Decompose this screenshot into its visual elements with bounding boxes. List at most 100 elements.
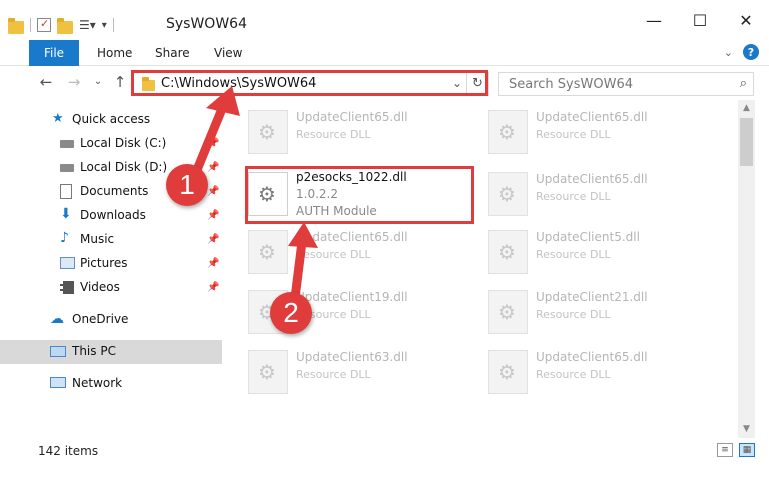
file-name: UpdateClient65.dll <box>536 110 648 124</box>
sidebar-item-label: OneDrive <box>72 312 129 326</box>
pc-icon <box>50 346 66 357</box>
step-2-badge: 2 <box>270 292 312 334</box>
close-icon: ✕ <box>739 10 753 30</box>
file-description: Resource DLL <box>536 368 611 381</box>
sidebar-item-onedrive[interactable]: ☁ OneDrive <box>0 308 222 332</box>
file-description: Resource DLL <box>536 248 611 261</box>
customize-icon[interactable]: ☰▾ <box>79 18 96 32</box>
details-view-icon[interactable]: ≡ <box>717 443 733 457</box>
search-box[interactable]: Search SysWOW64 ⌕ <box>498 72 754 96</box>
sidebar-item-this-pc[interactable]: This PC <box>0 340 222 364</box>
file-description: Resource DLL <box>296 248 371 261</box>
pictures-icon <box>60 257 75 269</box>
sidebar-item-videos[interactable]: Videos 📌 <box>0 276 222 300</box>
divider <box>112 18 114 32</box>
address-highlight-box <box>131 70 488 96</box>
file-name: UpdateClient65.dll <box>536 350 648 364</box>
close-button[interactable]: ✕ <box>723 0 769 40</box>
list-item[interactable]: UpdateClient5.dll Resource DLL <box>484 226 714 280</box>
sidebar-item-label: Downloads <box>80 208 146 222</box>
dll-file-icon <box>248 230 288 274</box>
back-button[interactable]: ← <box>36 72 56 92</box>
file-name: UpdateClient65.dll <box>296 230 408 244</box>
status-bar: 142 items ≡ ▦ <box>0 438 769 464</box>
sidebar-item-local-disk-c[interactable]: Local Disk (C:) 📌 <box>0 132 222 156</box>
search-input[interactable]: Search SysWOW64 <box>509 77 633 92</box>
properties-icon[interactable]: ✓ <box>37 17 51 32</box>
chevron-down-icon[interactable]: ▾ <box>102 20 107 31</box>
pin-icon: 📌 <box>207 282 220 293</box>
tab-home[interactable]: Home <box>87 40 142 66</box>
arrow-up-icon: ↑ <box>113 73 127 91</box>
file-name: UpdateClient63.dll <box>296 350 408 364</box>
dll-file-icon <box>488 230 528 274</box>
file-name: UpdateClient21.dll <box>536 290 648 304</box>
sidebar-item-label: Local Disk (D:) <box>80 160 168 174</box>
sidebar-item-label: Quick access <box>72 112 151 126</box>
quick-access-toolbar: ✓ ☰▾ ▾ <box>8 14 114 36</box>
sidebar-item-pictures[interactable]: Pictures 📌 <box>0 252 222 276</box>
window-title: SysWOW64 <box>166 16 247 32</box>
search-icon: ⌕ <box>739 76 747 91</box>
list-item[interactable]: UpdateClient65.dll Resource DLL <box>244 226 474 280</box>
sidebar-item-music[interactable]: ♪ Music 📌 <box>0 228 222 252</box>
pin-icon: 📌 <box>207 186 220 197</box>
dll-file-icon <box>488 350 528 394</box>
navigation-pane: ★ Quick access Local Disk (C:) 📌 Local D… <box>0 100 222 432</box>
vertical-scrollbar[interactable]: ▲ ▼ <box>738 100 755 438</box>
sidebar-item-downloads[interactable]: ⬇ Downloads 📌 <box>0 204 222 228</box>
scroll-down-icon[interactable]: ▼ <box>738 421 755 438</box>
view-toggle: ≡ ▦ <box>717 443 755 457</box>
tab-view[interactable]: View <box>204 40 252 66</box>
file-description: Resource DLL <box>296 128 371 141</box>
recent-locations-button[interactable]: ⌄ <box>88 72 108 92</box>
list-item[interactable]: UpdateClient65.dll Resource DLL <box>244 106 474 160</box>
maximize-button[interactable]: ☐ <box>677 0 723 40</box>
minimize-button[interactable]: — <box>631 0 677 40</box>
sidebar-item-network[interactable]: Network <box>0 372 222 396</box>
tab-file[interactable]: File <box>29 40 79 66</box>
drive-icon <box>60 140 74 148</box>
dll-file-icon <box>488 290 528 334</box>
file-description: Resource DLL <box>536 128 611 141</box>
pin-icon: 📌 <box>207 258 220 269</box>
forward-button[interactable]: → <box>64 72 84 92</box>
new-folder-icon[interactable] <box>57 17 73 34</box>
dll-file-icon <box>248 110 288 154</box>
pin-icon: 📌 <box>207 138 220 149</box>
tiles-view-icon[interactable]: ▦ <box>739 443 755 457</box>
file-list: UpdateClient65.dll Resource DLL UpdateCl… <box>222 100 738 432</box>
file-name: UpdateClient65.dll <box>296 110 408 124</box>
file-description: Resource DLL <box>296 368 371 381</box>
file-name: UpdateClient65.dll <box>536 172 648 186</box>
list-item[interactable]: UpdateClient65.dll Resource DLL <box>484 346 714 400</box>
divider <box>30 18 31 32</box>
network-icon <box>50 377 66 388</box>
dll-file-icon <box>488 172 528 216</box>
cloud-icon: ☁ <box>50 311 64 327</box>
file-name: UpdateClient19.dll <box>296 290 408 304</box>
list-item[interactable]: UpdateClient65.dll Resource DLL <box>484 106 714 160</box>
maximize-icon: ☐ <box>692 10 708 30</box>
scroll-up-icon[interactable]: ▲ <box>738 100 755 117</box>
expand-ribbon-icon[interactable]: ⌄ <box>724 46 733 59</box>
videos-icon <box>60 281 74 294</box>
list-item[interactable]: UpdateClient63.dll Resource DLL <box>244 346 474 400</box>
list-item[interactable]: UpdateClient65.dll Resource DLL <box>484 168 714 222</box>
scroll-thumb[interactable] <box>740 118 753 166</box>
list-item[interactable]: UpdateClient21.dll Resource DLL <box>484 286 714 340</box>
title-bar: ✓ ☰▾ ▾ SysWOW64 — ☐ ✕ <box>0 0 769 40</box>
documents-icon <box>60 184 72 199</box>
chevron-down-icon: ⌄ <box>93 76 103 87</box>
up-button[interactable]: ↑ <box>110 72 130 92</box>
ribbon-controls: ⌄ ? <box>724 44 759 60</box>
help-icon[interactable]: ? <box>743 44 759 60</box>
tab-share[interactable]: Share <box>145 40 200 66</box>
window-controls: — ☐ ✕ <box>631 0 769 40</box>
drive-icon <box>60 164 74 172</box>
file-highlight-box <box>245 166 474 224</box>
item-count: 142 items <box>38 444 99 458</box>
sidebar-item-quick-access[interactable]: ★ Quick access <box>0 108 222 132</box>
explorer-window: ✓ ☰▾ ▾ SysWOW64 — ☐ ✕ File Home Share Vi… <box>0 0 769 495</box>
dll-file-icon <box>248 350 288 394</box>
